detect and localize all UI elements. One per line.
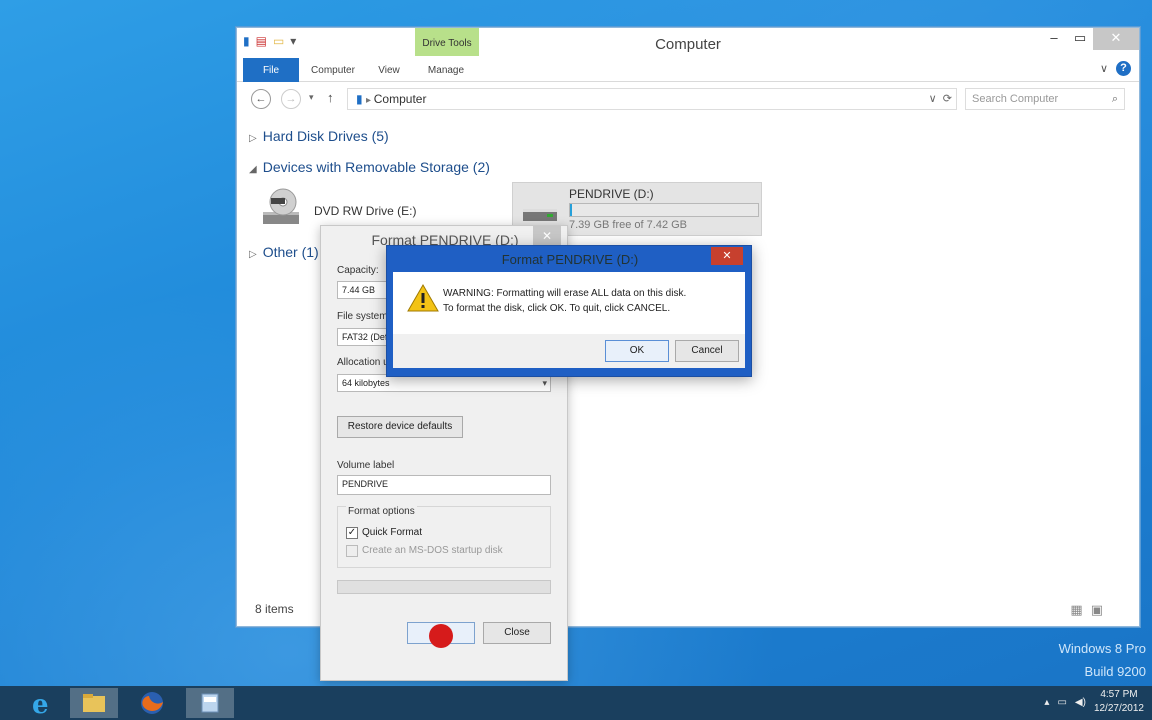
warning-message: WARNING: Formatting will erase ALL data …	[443, 286, 686, 316]
removable-drive-icon	[523, 209, 557, 221]
view-toggle-icons[interactable]: ▦▣	[1070, 602, 1111, 618]
search-placeholder: Search Computer	[972, 93, 1059, 105]
address-bar[interactable]: ▮ ▸ Computer ∨ ⟳	[347, 88, 957, 110]
warning-button-bar: OK Cancel	[393, 334, 745, 368]
collapse-arrow-icon: ◢	[249, 164, 257, 175]
warning-body: WARNING: Formatting will erase ALL data …	[393, 272, 745, 368]
cancel-button[interactable]: Cancel	[675, 340, 739, 362]
format-options-group: Format options ✓ Quick Format Create an …	[337, 506, 551, 568]
dvd-drive-item[interactable]: DVD RW Drive (E:)	[314, 204, 416, 218]
forward-button[interactable]: →	[281, 89, 301, 109]
firefox-icon[interactable]	[128, 688, 176, 718]
format-options-title: Format options	[346, 506, 417, 517]
tab-file[interactable]: File	[243, 58, 299, 82]
back-button[interactable]: ←	[251, 89, 271, 109]
maximize-button[interactable]: ▭	[1067, 28, 1093, 50]
ok-button[interactable]: OK	[605, 340, 669, 362]
click-indicator	[429, 624, 453, 648]
windows-build: Build 9200	[1084, 664, 1146, 679]
ribbon-right: ∨ ?	[1100, 61, 1131, 76]
item-count: 8 items	[255, 602, 294, 616]
address-dropdown-icon[interactable]: ∨ ⟳	[929, 89, 952, 109]
svg-text:e: e	[32, 690, 49, 718]
warning-close-button[interactable]: ✕	[711, 247, 743, 265]
format-progress-bar	[337, 580, 551, 594]
warning-dialog: Format PENDRIVE (D:) ✕ WARNING: Formatti…	[386, 245, 752, 377]
quick-format-checkbox[interactable]: ✓	[346, 527, 358, 539]
restore-defaults-button[interactable]: Restore device defaults	[337, 416, 463, 438]
title-bar: ▮ ▤ ▭ ▾ Drive Tools Computer – ▭ ✕	[237, 28, 1139, 58]
msdos-checkbox[interactable]	[346, 545, 358, 557]
clock-time: 4:57 PM	[1100, 689, 1138, 700]
expand-ribbon-icon[interactable]: ∨	[1100, 62, 1108, 75]
taskbar: e ▴ ▭ ◀) 4:57 PM 12/27/2012	[0, 686, 1152, 720]
tab-view[interactable]: View	[373, 58, 405, 82]
recent-locations-icon[interactable]: ▾	[309, 92, 314, 103]
file-explorer-icon[interactable]	[70, 688, 118, 718]
capacity-label: Capacity:	[337, 265, 379, 276]
breadcrumb[interactable]: Computer	[374, 92, 427, 106]
pendrive-free-space: 7.39 GB free of 7.42 GB	[569, 219, 688, 231]
volume-icon[interactable]: ◀)	[1075, 697, 1086, 708]
internet-explorer-icon[interactable]: e	[18, 688, 66, 720]
volume-label-value: PENDRIVE	[342, 479, 389, 489]
format-app-icon[interactable]	[186, 688, 234, 718]
group-hard-disk[interactable]: ▷ Hard Disk Drives (5)	[249, 128, 389, 144]
warning-icon	[407, 284, 439, 312]
msdos-label: Create an MS-DOS startup disk	[362, 545, 503, 556]
search-input[interactable]: Search Computer ⌕	[965, 88, 1125, 110]
group-label: Hard Disk Drives (5)	[262, 128, 389, 144]
close-dialog-button[interactable]: Close	[483, 622, 551, 644]
tab-manage[interactable]: Manage	[421, 58, 471, 82]
group-other[interactable]: ▷ Other (1)	[249, 244, 319, 260]
help-icon[interactable]: ?	[1116, 61, 1131, 76]
capacity-bar-fill	[570, 204, 572, 216]
network-icon[interactable]: ▭	[1057, 697, 1066, 708]
group-removable[interactable]: ◢ Devices with Removable Storage (2)	[249, 159, 490, 175]
system-tray: ▴ ▭ ◀) 4:57 PM 12/27/2012	[1044, 688, 1144, 716]
tab-computer[interactable]: Computer	[307, 58, 359, 82]
dvd-drive-icon	[263, 188, 299, 224]
minimize-button[interactable]: –	[1041, 28, 1067, 50]
capacity-value: 7.44 GB	[342, 285, 376, 295]
close-button[interactable]: ✕	[1093, 28, 1139, 50]
group-label: Devices with Removable Storage (2)	[262, 159, 490, 175]
volume-label-input[interactable]: PENDRIVE	[337, 475, 551, 495]
warning-line-1: WARNING: Formatting will erase ALL data …	[443, 288, 687, 299]
group-label: Other (1)	[262, 244, 319, 260]
volume-label-label: Volume label	[337, 460, 395, 471]
warning-line-2: To format the disk, click OK. To quit, c…	[443, 303, 671, 314]
window-title: Computer	[655, 36, 721, 53]
capacity-bar	[569, 203, 759, 217]
computer-small-icon: ▮	[356, 92, 363, 106]
expand-arrow-icon: ▷	[249, 249, 257, 260]
quick-format-label: Quick Format	[362, 527, 423, 538]
windows-edition: Windows 8 Pro	[1058, 641, 1146, 656]
search-icon: ⌕	[1111, 93, 1118, 105]
address-row: ← → ▾ ↑ ▮ ▸ Computer ∨ ⟳ Search Computer…	[237, 83, 1139, 115]
dropdown-arrow-icon: ▾	[542, 378, 547, 388]
expand-arrow-icon: ▷	[249, 133, 257, 144]
ribbon-tabs: File Computer View Manage ∨ ?	[237, 58, 1139, 82]
format-dialog-close-button[interactable]: ✕	[533, 226, 561, 246]
pendrive-name: PENDRIVE (D:)	[569, 187, 654, 201]
clock-date: 12/27/2012	[1093, 703, 1144, 714]
window-controls: – ▭ ✕	[1041, 28, 1139, 50]
tray-overflow-icon[interactable]: ▴	[1044, 697, 1049, 708]
breadcrumb-separator-icon: ▸	[365, 95, 374, 106]
file-system-label: File system	[337, 311, 388, 322]
allocation-value: 64 kilobytes	[342, 378, 390, 388]
up-arrow-icon[interactable]: ↑	[327, 90, 334, 105]
clock[interactable]: 4:57 PM 12/27/2012	[1094, 688, 1144, 716]
warning-dialog-title: Format PENDRIVE (D:)	[501, 252, 639, 267]
